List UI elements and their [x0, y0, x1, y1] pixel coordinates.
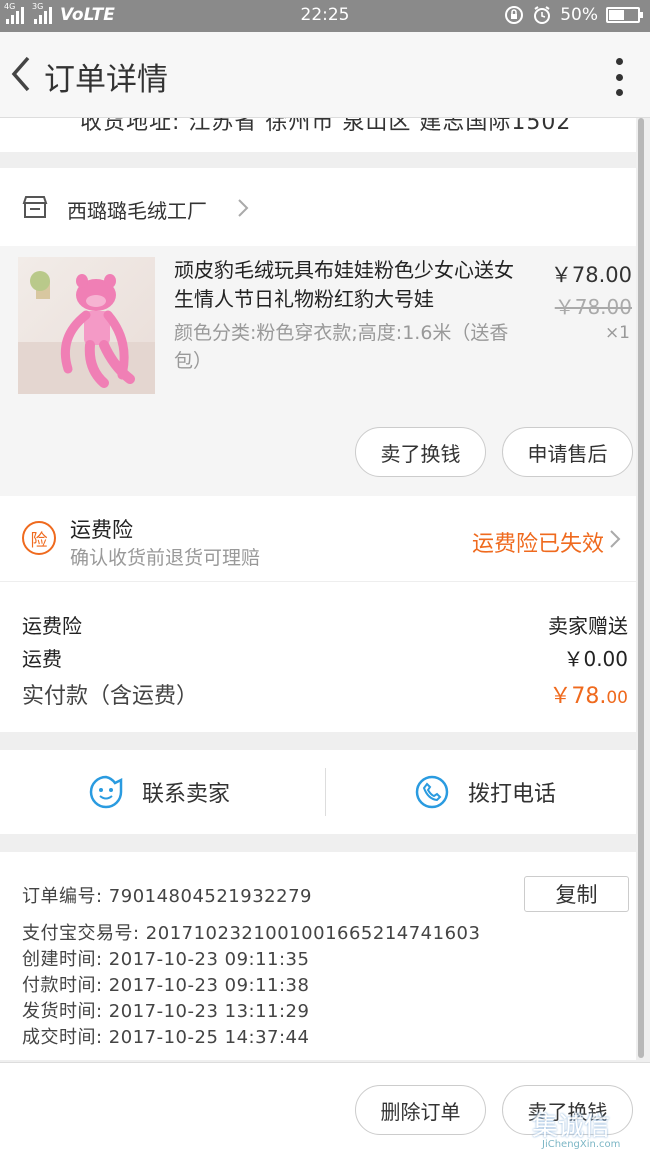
- insurance-title: 运费险: [70, 518, 133, 542]
- total-paid-value: ￥78.00: [549, 684, 628, 709]
- cost-summary: 运费险 卖家赠送 运费 ￥0.00 实付款（含运费） ￥78.00: [0, 582, 636, 732]
- status-right: 50%: [504, 5, 643, 25]
- total-paid-label: 实付款（含运费）: [22, 684, 199, 709]
- shipped-time: 发货时间: 2017-10-23 13:11:29: [22, 1001, 310, 1022]
- insurance-icon: 险: [22, 521, 56, 555]
- chevron-right-icon: [610, 530, 621, 548]
- sell-for-cash-button[interactable]: 卖了换钱: [355, 427, 486, 477]
- shipping-insurance-row[interactable]: 险 运费险 确认收货前退货可理赔 运费险已失效: [0, 496, 636, 582]
- address-text: 收货地址: 江苏省 徐州市 泉山区 建志国际1502: [80, 118, 572, 135]
- shipping-address: 收货地址: 江苏省 徐州市 泉山区 建志国际1502: [0, 118, 636, 152]
- total-paid-row: 实付款（含运费） ￥78.00: [22, 678, 628, 710]
- shipping-cost-label: 运费: [22, 647, 62, 671]
- insurance-cost-value: 卖家赠送: [548, 614, 628, 638]
- contact-bar: 联系卖家 拨打电话: [0, 750, 636, 834]
- product-original-price: ￥78.00: [554, 295, 632, 319]
- shop-name: 西璐璐毛绒工厂: [67, 199, 207, 223]
- delete-order-button[interactable]: 删除订单: [355, 1085, 486, 1135]
- watermark: 集诚信 JiChengXin.com: [530, 1106, 648, 1154]
- lock-rotation-icon: [505, 6, 524, 24]
- order-info: 订单编号: 79014804521932279 复制 支付宝交易号: 20171…: [0, 852, 636, 1060]
- phone-icon: [415, 775, 449, 809]
- insurance-subtitle: 确认收货前退货可理赔: [70, 547, 261, 569]
- order-number: 订单编号: 79014804521932279: [22, 886, 312, 907]
- scrollbar[interactable]: [638, 118, 644, 1058]
- shipping-cost-row: 运费 ￥0.00: [22, 643, 628, 672]
- product-item[interactable]: 顽皮豹毛绒玩具布娃娃粉色少女心送女生情人节日礼物粉红豹大号娃 颜色分类:粉色穿衣…: [0, 246, 636, 496]
- watermark-sub: JiChengXin.com: [542, 1139, 621, 1150]
- chat-face-icon: [89, 775, 123, 809]
- after-sale-button[interactable]: 申请售后: [502, 427, 633, 477]
- more-options-icon[interactable]: [614, 58, 624, 96]
- alipay-trade-number: 支付宝交易号: 2017102321001001665214741603: [22, 923, 481, 944]
- call-phone-button[interactable]: 拨打电话: [326, 750, 644, 834]
- chevron-right-icon: [238, 199, 249, 217]
- back-arrow-icon[interactable]: [6, 52, 36, 96]
- battery-percent: 50%: [560, 5, 598, 25]
- app-header: 订单详情: [0, 32, 650, 118]
- product-thumbnail[interactable]: [18, 257, 155, 394]
- battery-icon: [606, 7, 643, 23]
- contact-seller-button[interactable]: 联系卖家: [0, 750, 318, 834]
- paid-time: 付款时间: 2017-10-23 09:11:38: [22, 975, 310, 996]
- pink-panther-plush-image: [18, 271, 155, 394]
- product-quantity: ×1: [604, 323, 630, 343]
- product-price: ￥78.00: [550, 263, 632, 287]
- shop-row[interactable]: 西璐璐毛绒工厂: [0, 168, 636, 246]
- watermark-logo: 集诚信: [532, 1112, 611, 1142]
- product-title[interactable]: 顽皮豹毛绒玩具布娃娃粉色少女心送女生情人节日礼物粉红豹大号娃: [174, 256, 526, 314]
- page-title: 订单详情: [44, 62, 168, 98]
- insurance-cost-row: 运费险 卖家赠送: [22, 610, 628, 639]
- status-bar: 4G 3G VoLTE 22:25 50%: [0, 0, 650, 32]
- shipping-cost-value: ￥0.00: [563, 647, 628, 671]
- call-phone-label: 拨打电话: [467, 782, 556, 807]
- contact-seller-label: 联系卖家: [141, 782, 230, 807]
- created-time: 创建时间: 2017-10-23 09:11:35: [22, 949, 310, 970]
- copy-button[interactable]: 复制: [524, 876, 629, 912]
- store-icon: [22, 196, 48, 218]
- closed-time: 成交时间: 2017-10-25 14:37:44: [22, 1027, 310, 1048]
- insurance-cost-label: 运费险: [22, 614, 82, 638]
- insurance-status: 运费险已失效: [471, 532, 604, 557]
- product-sku: 颜色分类:粉色穿衣款;高度:1.6米（送香包）: [174, 322, 509, 372]
- alarm-icon: [534, 6, 551, 24]
